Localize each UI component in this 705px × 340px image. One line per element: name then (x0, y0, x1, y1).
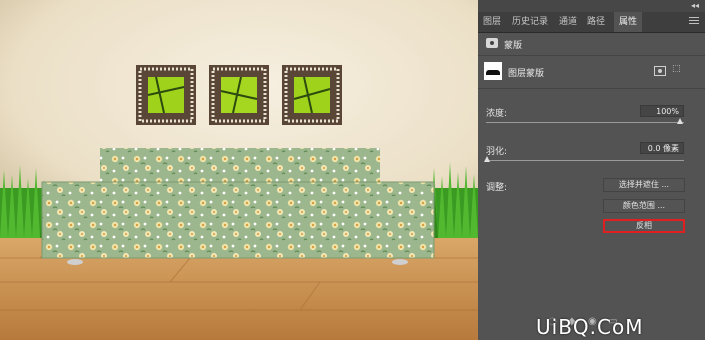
section-title: 蒙版 (504, 41, 523, 51)
tab-properties[interactable]: 属性 (614, 12, 642, 32)
feather-slider-thumb[interactable] (484, 156, 490, 162)
tab-paths[interactable]: 路径 (584, 12, 608, 32)
layer-mask-row: 图层蒙版 ⬚ (478, 56, 705, 89)
properties-panel: ◂◂ 图层 历史记录 通道 路径 属性 蒙版 图层蒙版 ⬚ 浓度: 100% 羽… (478, 0, 705, 340)
sofa (41, 148, 435, 265)
tab-channels[interactable]: 通道 (556, 12, 580, 32)
mask-section-header: 蒙版 (478, 33, 705, 56)
density-slider-thumb[interactable] (677, 118, 683, 124)
panel-top-bar: ◂◂ (478, 0, 705, 12)
feather-input[interactable]: 0.0 像素 (640, 142, 684, 154)
panel-tab-bar: 图层 历史记录 通道 路径 属性 (478, 12, 705, 33)
mask-thumbnail (484, 62, 502, 80)
density-slider-track[interactable] (486, 122, 684, 123)
layer-mask-label: 图层蒙版 (508, 69, 545, 79)
density-label: 浓度: (486, 109, 508, 119)
tab-history[interactable]: 历史记录 (508, 12, 552, 32)
site-watermark: UiBQ.CoM (536, 315, 644, 339)
panel-menu-icon[interactable] (689, 17, 699, 25)
select-and-mask-button[interactable]: 选择并遮住 ... (603, 178, 685, 192)
room-scene-image (0, 0, 478, 340)
pixel-mask-icon[interactable] (654, 66, 666, 76)
mask-icon (486, 38, 498, 48)
color-range-button[interactable]: 颜色范围 ... (603, 199, 685, 213)
feather-slider-track[interactable] (486, 160, 684, 161)
wall-frames (136, 65, 342, 125)
adjust-label: 调整: (486, 183, 508, 193)
collapse-panel-icon[interactable]: ◂◂ (691, 1, 699, 10)
document-canvas[interactable] (0, 0, 478, 340)
vector-mask-icon[interactable]: ⬚ (672, 64, 684, 78)
density-input[interactable]: 100% (640, 105, 684, 117)
invert-button[interactable]: 反相 (603, 219, 685, 233)
tab-layers[interactable]: 图层 (480, 12, 504, 32)
